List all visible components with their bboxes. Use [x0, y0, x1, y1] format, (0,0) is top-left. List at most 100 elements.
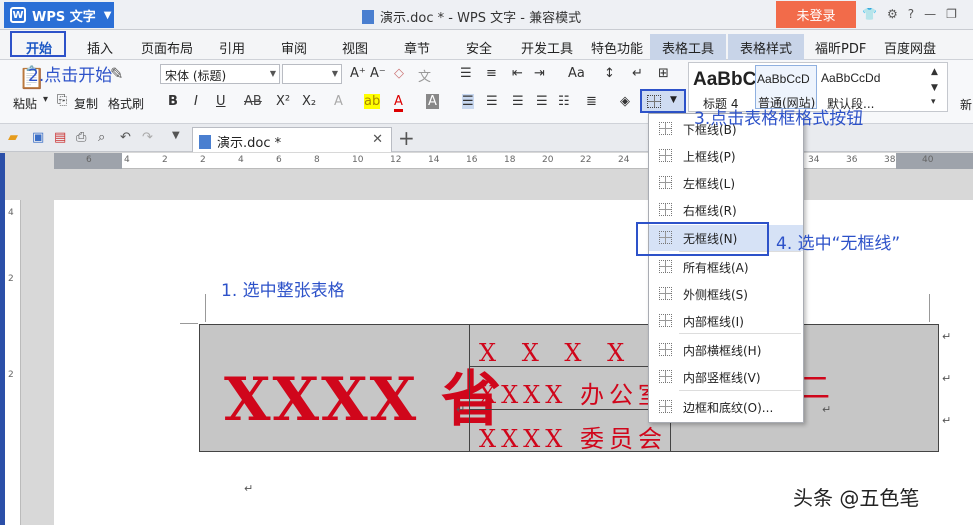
- tab-baidu-netdisk[interactable]: 百度网盘: [884, 38, 936, 57]
- wps-app-menu-button[interactable]: W WPS 文字 ▼: [4, 2, 114, 28]
- window-title: 演示.doc * - WPS 文字 - 兼容模式: [362, 7, 581, 26]
- tab-foxit-pdf[interactable]: 福昕PDF: [815, 38, 866, 57]
- table-icon[interactable]: ⊞: [658, 66, 669, 81]
- bullets-icon[interactable]: ☰: [460, 66, 472, 81]
- menu-bar: 开始 插入 页面布局 引用 审阅 视图 章节 安全 开发工具 特色功能 表格工具…: [0, 30, 973, 61]
- login-button[interactable]: 未登录: [776, 1, 856, 28]
- phonetic-guide-icon[interactable]: 文: [418, 66, 431, 85]
- align-left-icon[interactable]: ☰: [462, 94, 474, 109]
- restore-icon[interactable]: ❐: [946, 7, 957, 21]
- font-color-icon[interactable]: A: [394, 94, 403, 112]
- italic-icon[interactable]: I: [194, 94, 198, 109]
- skin-icon[interactable]: 👕: [862, 7, 877, 21]
- sort-icon[interactable]: ↕: [604, 66, 615, 81]
- print-icon[interactable]: ⎙: [76, 130, 86, 145]
- distribute-icon[interactable]: ☷: [558, 94, 570, 109]
- line-spacing-icon[interactable]: ≣: [586, 94, 597, 109]
- menu-item-left-border[interactable]: 左框线(L): [649, 170, 803, 196]
- menu-item-all-borders[interactable]: 所有框线(A): [649, 254, 803, 280]
- copy-button[interactable]: 复制: [74, 95, 98, 112]
- menu-item-outside-borders[interactable]: 外侧框线(S): [649, 281, 803, 307]
- align-right-icon[interactable]: ☰: [512, 94, 524, 109]
- tab-developer[interactable]: 开发工具: [521, 38, 573, 57]
- vertical-ruler[interactable]: 4 2 2: [5, 200, 21, 525]
- table-border-button[interactable]: ▼: [640, 89, 686, 113]
- menu-item-inside-vertical-border[interactable]: 内部竖框线(V): [649, 364, 803, 390]
- customize-dropdown-icon[interactable]: ▼: [172, 130, 180, 141]
- show-marks-icon[interactable]: ↵: [632, 66, 643, 81]
- style-preview-heading4[interactable]: AaBbC: [693, 69, 756, 91]
- justify-icon[interactable]: ☰: [536, 94, 548, 109]
- superscript-icon[interactable]: X²: [276, 94, 290, 109]
- style-preview-default[interactable]: AaBbCcDd: [821, 71, 880, 85]
- copy-icon[interactable]: ⎘: [57, 93, 67, 108]
- help-icon[interactable]: ?: [908, 7, 914, 21]
- menu-item-inside-borders[interactable]: 内部框线(I): [649, 308, 803, 334]
- minimize-icon[interactable]: —: [924, 7, 936, 21]
- redo-icon[interactable]: ↷: [142, 130, 153, 145]
- tab-view[interactable]: 视图: [342, 38, 368, 57]
- tab-review[interactable]: 审阅: [281, 38, 307, 57]
- char-shading-icon[interactable]: A: [426, 94, 439, 109]
- print-preview-icon[interactable]: ⌕: [98, 130, 105, 145]
- shading-bucket-icon[interactable]: ◈: [620, 94, 630, 109]
- settings-icon[interactable]: ⚙: [887, 7, 898, 21]
- menu-item-label: 边框和底纹(O)...: [683, 400, 774, 415]
- bold-icon[interactable]: B: [168, 94, 178, 109]
- decrease-indent-icon[interactable]: ⇤: [512, 66, 523, 81]
- page-corner-mark: [929, 294, 930, 322]
- chevron-down-icon[interactable]: ▾: [43, 94, 48, 105]
- new-tab-plus-icon[interactable]: +: [398, 126, 415, 150]
- border-dropdown-menu: 下框线(B) 上框线(P) 左框线(L) 右框线(R) 无框线(N) 所有框线(A) 外侧框…: [648, 113, 804, 423]
- undo-icon[interactable]: ↶: [120, 130, 131, 145]
- menu-item-label: 上框线(P): [683, 149, 736, 164]
- subscript-icon[interactable]: X₂: [302, 94, 316, 109]
- new-style-label[interactable]: 新: [960, 96, 972, 113]
- grow-font-icon[interactable]: A⁺: [350, 66, 366, 81]
- right-border-icon: [659, 203, 672, 216]
- underline-icon[interactable]: U: [216, 94, 226, 109]
- menu-item-borders-and-shading[interactable]: 边框和底纹(O)...: [649, 394, 803, 420]
- strikethrough-icon[interactable]: AB: [244, 94, 262, 109]
- tab-features[interactable]: 特色功能: [591, 38, 643, 57]
- horizontal-ruler[interactable]: 642246810121416182022242628303234363840: [54, 153, 973, 169]
- scroll-up-icon[interactable]: ▲: [931, 67, 938, 77]
- format-painter-button[interactable]: 格式刷: [108, 95, 144, 112]
- tab-security[interactable]: 安全: [466, 38, 492, 57]
- text-effect-icon[interactable]: A: [334, 94, 343, 109]
- menu-item-right-border[interactable]: 右框线(R): [649, 197, 803, 223]
- tab-table-style[interactable]: 表格样式: [728, 34, 805, 61]
- export-pdf-icon[interactable]: ▤: [54, 130, 66, 145]
- paste-button[interactable]: 粘贴: [13, 95, 37, 112]
- style-normal-web[interactable]: AaBbCcD 普通(网站): [755, 65, 817, 110]
- ruler-label: 24: [618, 155, 630, 165]
- font-size-select[interactable]: ▼: [282, 64, 342, 84]
- clear-format-icon[interactable]: ◇: [394, 66, 404, 81]
- tab-insert[interactable]: 插入: [87, 38, 113, 57]
- tab-page-layout[interactable]: 页面布局: [141, 38, 193, 57]
- scroll-down-icon[interactable]: ▼: [931, 83, 938, 93]
- font-name-select[interactable]: 宋体 (标题) ▼: [160, 64, 280, 84]
- change-case-icon[interactable]: Aa: [568, 66, 585, 81]
- numbering-icon[interactable]: ≡: [486, 66, 497, 81]
- menu-item-top-border[interactable]: 上框线(P): [649, 143, 803, 169]
- expand-gallery-icon[interactable]: ▾: [931, 97, 936, 107]
- tab-sections[interactable]: 章节: [404, 38, 430, 57]
- tab-table-tools[interactable]: 表格工具: [650, 34, 727, 61]
- increase-indent-icon[interactable]: ⇥: [534, 66, 545, 81]
- close-icon[interactable]: ✕: [372, 132, 383, 147]
- menu-item-inside-horizontal-border[interactable]: 内部横框线(H): [649, 337, 803, 363]
- document-tab[interactable]: 演示.doc * ✕: [192, 127, 392, 152]
- open-folder-icon[interactable]: ▰: [8, 130, 18, 145]
- highlight-icon[interactable]: ab: [364, 94, 381, 109]
- paragraph-mark: ↵: [244, 482, 254, 495]
- align-center-icon[interactable]: ☰: [486, 94, 498, 109]
- ruler-margin-right: [896, 153, 973, 169]
- ruler-label: 6: [86, 155, 92, 165]
- save-icon[interactable]: ▣: [32, 130, 44, 145]
- document-table[interactable]: XXXX 省 ↵ X X X X 局 XXXX 办公室 XXXX 委员会 二 ↵: [199, 324, 939, 453]
- annotation-step1: 1. 选中整张表格: [221, 281, 345, 301]
- chevron-down-icon: ▼: [103, 9, 112, 21]
- shrink-font-icon[interactable]: A⁻: [370, 66, 386, 81]
- tab-references[interactable]: 引用: [219, 38, 245, 57]
